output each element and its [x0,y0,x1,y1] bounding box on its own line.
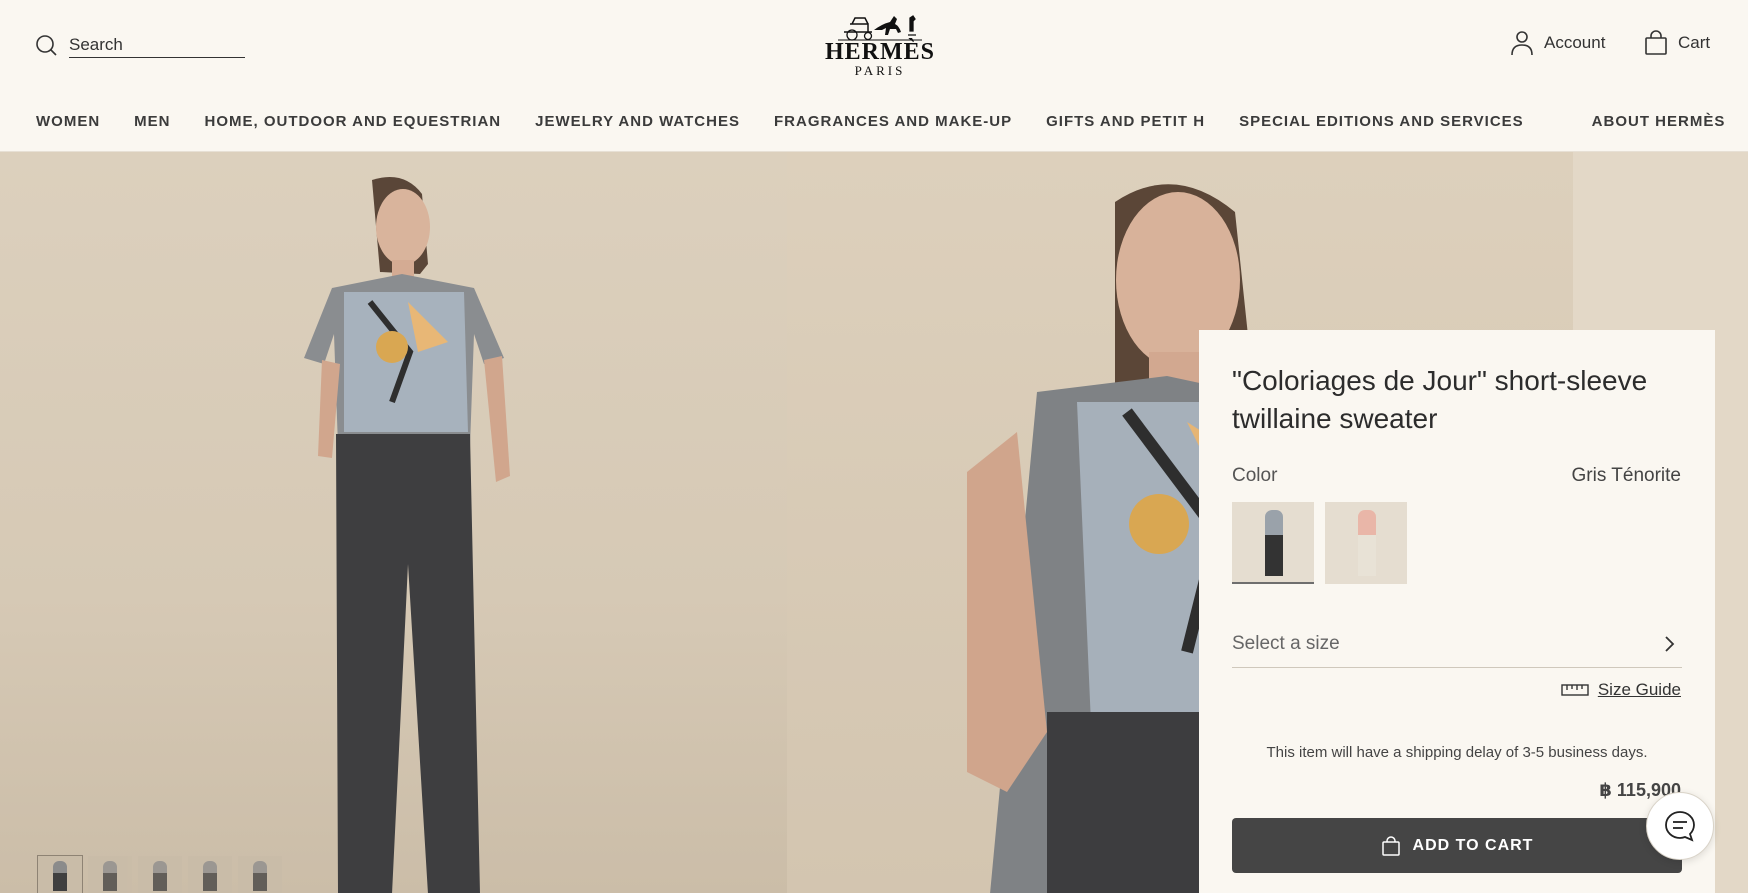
ruler-icon [1561,684,1589,696]
nav-item-women[interactable]: WOMEN [36,113,100,130]
thumbnail[interactable] [37,855,83,893]
cart-link[interactable]: Cart [1644,30,1710,56]
nav-item-about[interactable]: ABOUT HERMÈS [1592,113,1726,130]
nav-item-jewelry-watches[interactable]: JEWELRY AND WATCHES [535,113,740,130]
shipping-delay-note: This item will have a shipping delay of … [1266,744,1648,761]
nav-item-special-editions[interactable]: SPECIAL EDITIONS AND SERVICES [1239,113,1524,130]
account-link[interactable]: Account [1510,30,1605,56]
user-icon [1511,31,1533,56]
model-figure-full [304,177,510,893]
size-guide-link[interactable]: Size Guide [1561,680,1681,700]
thumbnail[interactable] [188,856,232,893]
add-to-cart-label: ADD TO CART [1412,836,1534,854]
site-header: HERMÈS PARIS Account Cart WOMEN MEN HOME… [0,0,1748,152]
color-swatch-pink[interactable] [1325,502,1407,584]
size-selector[interactable]: Select a size [1232,620,1682,668]
chat-bubble-icon [1665,811,1695,842]
main-navigation: WOMEN MEN HOME, OUTDOOR AND EQUESTRIAN J… [36,110,1724,132]
shopping-bag-icon [1645,30,1667,55]
account-label: Account [1544,33,1606,52]
cart-label: Cart [1678,33,1711,52]
nav-item-home-outdoor-equestrian[interactable]: HOME, OUTDOOR AND EQUESTRIAN [205,113,502,130]
product-details-panel: "Coloriages de Jour" short-sleeve twilla… [1199,330,1715,893]
logo-city-text: PARIS [854,63,906,78]
thumbnail-strip [37,855,282,893]
hermes-logo[interactable]: HERMÈS PARIS [818,10,942,80]
nav-item-men[interactable]: MEN [134,113,170,130]
nav-item-gifts-petit-h[interactable]: GIFTS AND PETIT H [1046,113,1205,130]
chevron-right-icon [1665,635,1675,652]
shopping-bag-icon [1381,835,1400,856]
size-placeholder: Select a size [1232,632,1340,654]
thumbnail[interactable] [88,856,132,893]
search-input[interactable] [69,32,245,58]
product-title: "Coloriages de Jour" short-sleeve twilla… [1232,365,1648,434]
nav-item-fragrances-makeup[interactable]: FRAGRANCES AND MAKE-UP [774,113,1012,130]
selected-color-value: Gris Ténorite [1571,465,1681,486]
search-bar[interactable] [34,32,249,58]
product-photo-full-length[interactable] [0,152,787,893]
logo-brand-text: HERMÈS [824,39,935,65]
color-swatch-grey[interactable] [1232,502,1314,584]
thumbnail[interactable] [138,856,182,893]
thumbnail[interactable] [238,856,282,893]
search-icon[interactable] [34,33,58,57]
size-guide-label: Size Guide [1597,680,1681,699]
chat-button[interactable] [1646,792,1714,860]
carriage-logo-icon [838,15,922,41]
color-label: Color [1232,465,1278,486]
add-to-cart-button[interactable]: ADD TO CART [1232,818,1682,873]
color-swatches [1232,502,1407,584]
